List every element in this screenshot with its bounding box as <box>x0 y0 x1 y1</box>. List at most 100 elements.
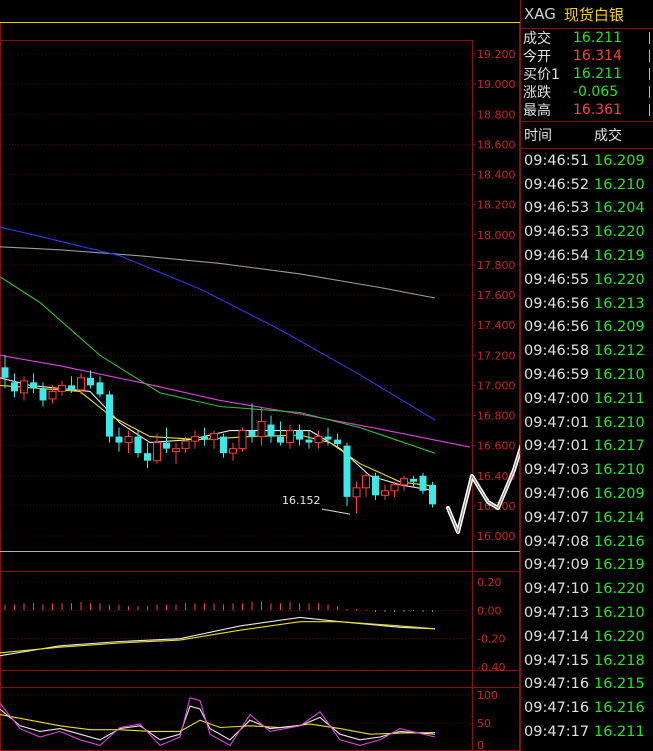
tick-row: 09:46:54 16.219 <box>521 244 653 268</box>
tick-time: 09:46:55 <box>524 271 590 288</box>
ticks-header-time: 时间 <box>524 128 552 144</box>
tick-time: 09:47:01 <box>524 438 590 455</box>
tick-time: 09:47:13 <box>524 605 590 622</box>
tick-time: 09:46:54 <box>524 248 590 265</box>
tick-row: 09:47:13 16.210 <box>521 601 653 625</box>
ticks-header: 时间 成交 <box>521 122 653 149</box>
tick-price: 16.215 <box>594 676 645 693</box>
candle-body <box>48 390 57 400</box>
tick-time: 09:47:16 <box>524 676 590 693</box>
kline-chart[interactable]: 19.200 19.000 18.800 18.600 18.400 18.200 18.0… <box>0 0 520 751</box>
symbol-name: 现货白银 <box>563 5 624 24</box>
tick-time: 09:47:16 <box>524 700 590 717</box>
tick-row: 09:46:56 16.209 <box>521 316 653 340</box>
tick-price: 16.210 <box>594 367 645 384</box>
price-tick-label: 18.400 <box>477 169 516 182</box>
tick-time: 09:47:14 <box>524 628 590 645</box>
candle-body <box>220 436 227 454</box>
tick-time: 09:47:09 <box>524 557 590 574</box>
tick-price: 16.209 <box>594 152 645 169</box>
tick-row: 09:47:09 16.219 <box>521 554 653 578</box>
candle-body <box>257 421 266 438</box>
tick-price: 16.216 <box>594 700 645 717</box>
tick-price: 16.211 <box>594 390 645 407</box>
price-tick-label: 19.000 <box>477 78 516 91</box>
symbol-code: XAG <box>524 5 556 23</box>
tick-time: 09:47:08 <box>524 533 590 550</box>
price-tick-label: 17.800 <box>477 259 516 272</box>
kdj-tick-labels: 100 50 0 <box>0 689 498 751</box>
candle-body <box>1 367 9 378</box>
quote-label: 最高 <box>523 103 551 119</box>
tick-row: 09:46:51 16.209 <box>521 149 653 173</box>
quote-label: 涨跌 <box>523 85 551 101</box>
tick-row: 09:47:10 16.220 <box>521 577 653 601</box>
candle-body <box>153 442 161 462</box>
candlesticks <box>1 355 436 514</box>
quote-row: 涨跌 -0.065 <box>521 83 653 101</box>
price-tick-label: 17.200 <box>477 349 516 362</box>
candle-body <box>172 448 180 453</box>
candle-body <box>106 394 113 437</box>
tick-time: 09:47:01 <box>524 414 590 431</box>
tick-row: 09:47:17 16.211 <box>521 720 653 744</box>
tick-time: 09:47:00 <box>524 390 590 407</box>
quote-row: 买价1 16.211 <box>521 65 653 83</box>
price-grid <box>0 53 476 537</box>
quote-separator <box>643 50 650 62</box>
tick-time: 09:46:56 <box>524 295 590 312</box>
tick-row: 09:46:53 16.220 <box>521 220 653 244</box>
candle-body <box>77 377 85 391</box>
annotation-label: 16.152 <box>282 494 321 507</box>
candle-body <box>201 436 208 440</box>
candle-body <box>181 440 190 450</box>
price-tick-label: 19.200 <box>477 48 516 61</box>
tick-row: 09:47:01 16.217 <box>521 435 653 459</box>
candle-body <box>400 478 408 486</box>
quote-row: 最高 16.361 <box>521 101 653 119</box>
quote-value: -0.065 <box>573 84 619 100</box>
tick-row: 09:47:16 16.216 <box>521 696 653 720</box>
candle-body <box>163 442 170 449</box>
tick-price: 16.220 <box>594 271 645 288</box>
ticks-header-price: 成交 <box>594 128 622 144</box>
candle-body <box>248 430 256 437</box>
candle-body <box>334 439 341 445</box>
kdj-tick-label: 100 <box>477 689 498 702</box>
candle-body <box>58 384 66 392</box>
tick-price: 16.204 <box>594 200 645 217</box>
candle-body <box>238 430 247 450</box>
tick-price: 16.210 <box>594 605 645 622</box>
tick-price: 16.220 <box>594 581 645 598</box>
tick-row: 09:47:08 16.216 <box>521 530 653 554</box>
tick-row: 09:47:07 16.214 <box>521 506 653 530</box>
candle-body <box>210 433 218 441</box>
kdj-d-line <box>0 714 436 735</box>
tick-list[interactable]: 09:46:51 16.209 09:46:52 16.210 09:46:53 16.2… <box>521 149 653 744</box>
tick-time: 09:46:58 <box>524 343 590 360</box>
candle-body <box>390 484 399 492</box>
candle-body <box>87 377 94 386</box>
tick-price: 16.210 <box>594 462 645 479</box>
macd-tick-label: -0.40 <box>477 661 505 674</box>
tick-price: 16.220 <box>594 224 645 241</box>
candle-body <box>277 436 284 443</box>
tick-time: 09:46:51 <box>524 152 590 169</box>
candle-body <box>305 439 313 443</box>
candle-body <box>144 453 151 461</box>
quote-panel: XAG 现货白银 成交 16.211 今开 16.314 买价1 16.211 涨跌 -0.0… <box>520 0 653 751</box>
tick-time: 09:47:17 <box>524 724 590 741</box>
tick-time: 09:46:52 <box>524 176 590 193</box>
tick-time: 09:46:53 <box>524 200 590 217</box>
candle-body <box>68 385 75 390</box>
quote-label: 今开 <box>523 49 551 65</box>
quote-separator <box>643 32 650 44</box>
candle-body <box>314 436 323 444</box>
quote-row: 今开 16.314 <box>521 47 653 65</box>
price-tick-label: 16.800 <box>477 410 516 423</box>
tick-time: 09:46:56 <box>524 319 590 336</box>
candle-body <box>124 436 133 444</box>
price-tick-label: 18.200 <box>477 199 516 212</box>
candle-body <box>191 436 199 442</box>
quote-separator <box>643 68 650 80</box>
